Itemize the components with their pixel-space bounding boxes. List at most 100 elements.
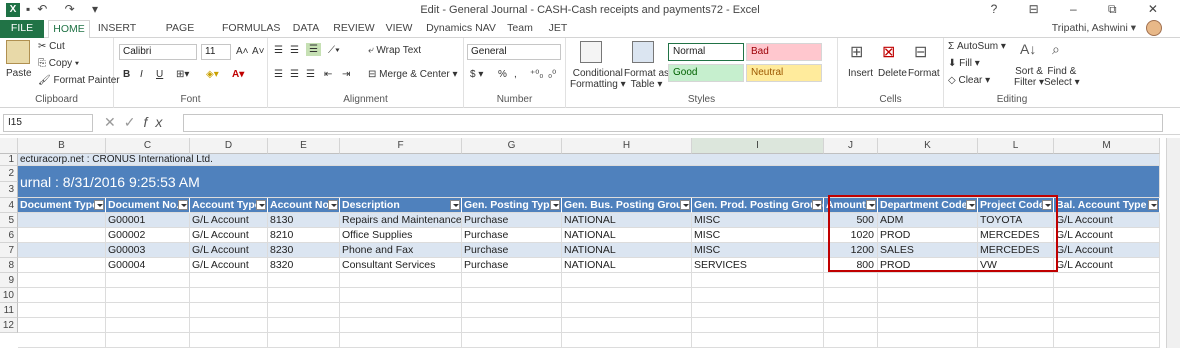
insert-cells-icon[interactable]: ⊞ <box>850 42 863 62</box>
filter-dropdown-icon[interactable] <box>1148 200 1158 210</box>
table-cell[interactable]: G/L Account <box>1054 228 1160 243</box>
table-cell[interactable] <box>18 258 106 273</box>
filter-dropdown-icon[interactable] <box>256 200 266 210</box>
conditional-formatting-icon[interactable] <box>580 41 602 63</box>
empty-cell[interactable] <box>462 303 562 318</box>
tab-formulas[interactable]: FORMULAS <box>222 20 280 38</box>
conditional-formatting-button[interactable]: Conditional Formatting ▾ <box>570 68 626 90</box>
column-header-filter[interactable]: Document Type <box>18 198 106 213</box>
empty-cell[interactable] <box>340 318 462 333</box>
italic-button[interactable]: I <box>140 69 143 80</box>
table-cell[interactable] <box>18 228 106 243</box>
delete-cells-icon[interactable]: ⊠ <box>882 42 895 62</box>
table-cell[interactable]: G/L Account <box>1054 243 1160 258</box>
empty-cell[interactable] <box>340 303 462 318</box>
table-cell[interactable] <box>18 213 106 228</box>
table-cell[interactable]: G/L Account <box>190 243 268 258</box>
tab-dynamics-nav[interactable]: Dynamics NAV <box>424 20 498 38</box>
empty-cell[interactable] <box>190 288 268 303</box>
table-cell[interactable]: G00003 <box>106 243 190 258</box>
autosum-button[interactable]: Σ AutoSum ▾ <box>948 41 1006 52</box>
empty-cell[interactable] <box>978 303 1054 318</box>
bold-button[interactable]: B <box>123 69 130 80</box>
tab-review[interactable]: REVIEW <box>332 20 376 38</box>
format-cells-icon[interactable]: ⊟ <box>914 42 927 62</box>
table-cell[interactable]: Purchase <box>462 243 562 258</box>
align-bottom-icon[interactable]: ☰ <box>306 43 321 56</box>
insert-button[interactable]: Insert <box>848 68 873 79</box>
clear-button[interactable]: ◇ Clear ▾ <box>948 75 990 86</box>
format-button[interactable]: Format <box>908 68 940 79</box>
formula-input[interactable] <box>183 114 1163 132</box>
empty-cell[interactable] <box>878 333 978 348</box>
row-header[interactable]: 1 <box>0 154 18 166</box>
font-size-select[interactable]: 11 <box>201 44 231 60</box>
increase-indent-icon[interactable]: ⇥ <box>342 69 350 80</box>
merge-center-button[interactable]: ⊟ Merge & Center ▾ <box>368 69 458 80</box>
empty-cell[interactable] <box>106 333 190 348</box>
empty-cell[interactable] <box>978 318 1054 333</box>
empty-cell[interactable] <box>462 318 562 333</box>
cut-button[interactable]: ✂ Cut <box>38 41 65 52</box>
table-cell[interactable]: 8320 <box>268 258 340 273</box>
row-header[interactable]: 10 <box>0 288 18 303</box>
align-right-icon[interactable]: ☰ <box>306 69 315 80</box>
column-header[interactable]: E <box>268 138 340 154</box>
empty-cell[interactable] <box>824 303 878 318</box>
empty-cell[interactable] <box>18 288 106 303</box>
row-header[interactable]: 7 <box>0 243 18 258</box>
table-cell[interactable]: Purchase <box>462 228 562 243</box>
copy-button[interactable]: ⎘ Copy ▾ <box>38 58 79 69</box>
table-cell[interactable]: G00002 <box>106 228 190 243</box>
filter-dropdown-icon[interactable] <box>94 200 104 210</box>
table-cell[interactable]: SERVICES <box>692 258 824 273</box>
empty-cell[interactable] <box>268 318 340 333</box>
tab-data[interactable]: DATA <box>288 20 324 38</box>
decrease-indent-icon[interactable]: ⇤ <box>324 69 332 80</box>
table-cell[interactable]: Office Supplies <box>340 228 462 243</box>
style-neutral[interactable]: Neutral <box>746 64 822 82</box>
empty-cell[interactable] <box>978 333 1054 348</box>
empty-cell[interactable] <box>692 288 824 303</box>
name-box[interactable]: I15 <box>3 114 93 132</box>
table-cell[interactable]: G/L Account <box>190 228 268 243</box>
empty-cell[interactable] <box>268 273 340 288</box>
column-header[interactable]: G <box>462 138 562 154</box>
column-header-filter[interactable]: Account Type <box>190 198 268 213</box>
table-cell[interactable]: G/L Account <box>190 258 268 273</box>
empty-cell[interactable] <box>692 303 824 318</box>
number-format-select[interactable]: General <box>467 44 561 60</box>
table-cell[interactable]: NATIONAL <box>562 228 692 243</box>
empty-cell[interactable] <box>18 303 106 318</box>
row-header[interactable]: 8 <box>0 258 18 273</box>
tab-view[interactable]: VIEW <box>382 20 416 38</box>
table-cell[interactable]: 8130 <box>268 213 340 228</box>
empty-cell[interactable] <box>562 288 692 303</box>
formula-icons[interactable]: ✕✓fx <box>104 114 170 131</box>
avatar[interactable] <box>1146 20 1162 36</box>
column-header-filter[interactable]: Gen. Bus. Posting Group <box>562 198 692 213</box>
empty-cell[interactable] <box>824 333 878 348</box>
align-top-icon[interactable]: ☰ <box>274 45 283 56</box>
column-header[interactable]: J <box>824 138 878 154</box>
table-cell[interactable]: 8210 <box>268 228 340 243</box>
table-cell[interactable]: NATIONAL <box>562 213 692 228</box>
tab-file[interactable]: FILE <box>0 20 44 38</box>
comma-button[interactable]: , <box>514 69 517 80</box>
empty-cell[interactable] <box>562 318 692 333</box>
increase-decimal-button[interactable]: ⁺⁰₀ <box>530 69 543 80</box>
tab-jet[interactable]: JET <box>544 20 572 38</box>
row-header[interactable]: 4 <box>0 198 18 213</box>
align-middle-icon[interactable]: ☰ <box>290 45 299 56</box>
filter-dropdown-icon[interactable] <box>812 200 822 210</box>
style-good[interactable]: Good <box>668 64 744 82</box>
wrap-text-button[interactable]: ⤶ Wrap Text <box>368 45 421 56</box>
column-header[interactable]: K <box>878 138 978 154</box>
align-center-icon[interactable]: ☰ <box>290 69 299 80</box>
tab-home[interactable]: HOME <box>48 20 90 39</box>
tab-insert[interactable]: INSERT <box>96 20 138 38</box>
empty-cell[interactable] <box>190 333 268 348</box>
row-header[interactable]: 6 <box>0 228 18 243</box>
format-as-table-icon[interactable] <box>632 41 654 63</box>
format-as-table-button[interactable]: Format as Table ▾ <box>624 68 669 90</box>
